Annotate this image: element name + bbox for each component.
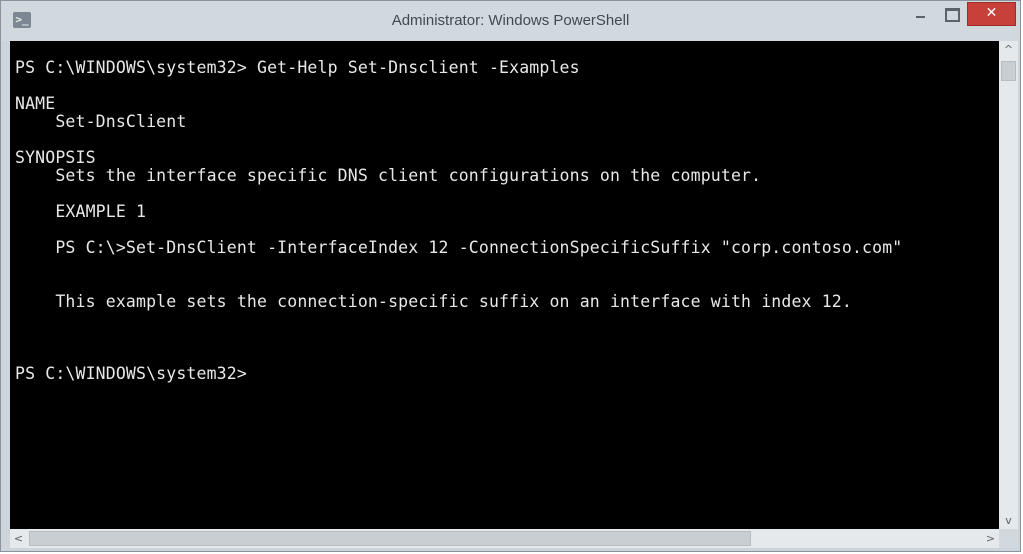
console-line-name-value: Set-DnsClient [15, 112, 187, 131]
scroll-right-icon[interactable]: > [982, 529, 999, 548]
console-line-example-command: PS C:\>Set-DnsClient -InterfaceIndex 12 … [15, 238, 903, 257]
close-icon: ✕ [985, 5, 998, 21]
scroll-up-icon[interactable]: ^ [999, 41, 1018, 58]
vertical-scroll-thumb[interactable] [1001, 61, 1016, 81]
minimize-button[interactable] [905, 2, 935, 26]
close-button[interactable]: ✕ [967, 2, 1016, 26]
console-line-name-heading: NAME [15, 94, 56, 113]
window-title: Administrator: Windows PowerShell [391, 12, 630, 29]
scroll-left-icon[interactable]: < [10, 529, 27, 548]
scrollbar-corner [999, 529, 1018, 548]
title-bar[interactable]: >_ Administrator: Windows PowerShell ✕ [1, 1, 1020, 41]
maximize-icon [945, 8, 960, 22]
horizontal-scroll-thumb[interactable] [29, 531, 751, 546]
horizontal-scrollbar[interactable]: < > [10, 529, 999, 548]
console-output[interactable]: PS C:\WINDOWS\system32> Get-Help Set-Dns… [10, 41, 999, 529]
minimize-icon [916, 16, 925, 18]
console-line-example-heading: EXAMPLE 1 [15, 202, 147, 221]
vertical-scrollbar[interactable]: ^ v [999, 41, 1018, 529]
scroll-down-icon[interactable]: v [999, 512, 1018, 529]
console-line-synopsis-text: Sets the interface specific DNS client c… [15, 166, 762, 185]
powershell-window: >_ Administrator: Windows PowerShell ✕ P… [0, 0, 1021, 552]
console-line-prompt: PS C:\WINDOWS\system32> [15, 364, 247, 383]
console-line-synopsis-heading: SYNOPSIS [15, 148, 96, 167]
console-line-command: PS C:\WINDOWS\system32> Get-Help Set-Dns… [15, 58, 580, 77]
maximize-button[interactable] [936, 2, 966, 26]
console-line-example-description: This example sets the connection-specifi… [15, 292, 852, 311]
